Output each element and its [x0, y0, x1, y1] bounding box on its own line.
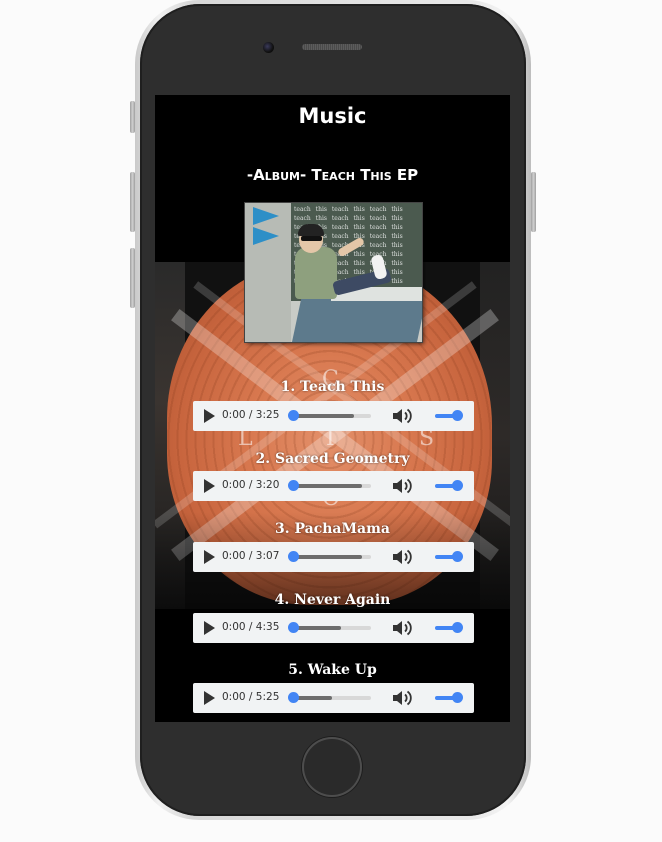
play-icon[interactable] — [204, 691, 215, 705]
logo-letter: L — [238, 426, 253, 451]
pennant-icon — [253, 207, 279, 225]
logo-letter: S — [419, 426, 435, 451]
seek-bar[interactable] — [293, 414, 371, 418]
front-camera — [263, 42, 274, 53]
audio-player[interactable]: 0:00 / 3:25 — [193, 401, 474, 431]
page-title: Music — [298, 104, 367, 128]
pennant-icon — [253, 227, 279, 245]
volume-icon[interactable] — [392, 408, 412, 424]
album-cover: teach this teach this teach this teach t… — [245, 203, 422, 342]
buffered-bar — [293, 555, 362, 559]
play-icon[interactable] — [204, 479, 215, 493]
album-heading: -Album- Teach This EP — [246, 166, 419, 184]
home-button[interactable] — [302, 737, 362, 797]
seek-handle[interactable] — [288, 692, 299, 703]
earpiece-speaker — [302, 44, 362, 50]
seek-handle[interactable] — [288, 480, 299, 491]
logo-letter: I — [326, 426, 335, 451]
seek-handle[interactable] — [288, 622, 299, 633]
buffered-bar — [293, 484, 362, 488]
volume-handle[interactable] — [452, 692, 463, 703]
volume-down-button[interactable] — [130, 248, 135, 308]
sunglasses-icon — [301, 236, 322, 241]
play-icon[interactable] — [204, 550, 215, 564]
volume-icon[interactable] — [392, 478, 412, 494]
audio-player[interactable]: 0:00 / 3:20 — [193, 471, 474, 501]
seek-bar[interactable] — [293, 555, 371, 559]
track-title: 5. Wake Up — [288, 662, 377, 678]
track-title: 2. Sacred Geometry — [255, 451, 410, 467]
time-display: 0:00 / 3:07 — [222, 550, 280, 562]
seek-handle[interactable] — [288, 551, 299, 562]
volume-handle[interactable] — [452, 551, 463, 562]
track-title: 3. PachaMama — [275, 521, 390, 537]
audio-player[interactable]: 0:00 / 3:07 — [193, 542, 474, 572]
play-icon[interactable] — [204, 621, 215, 635]
buffered-bar — [293, 414, 354, 418]
cover-person — [295, 247, 337, 299]
time-display: 0:00 / 3:25 — [222, 409, 280, 421]
volume-icon[interactable] — [392, 690, 412, 706]
play-icon[interactable] — [204, 409, 215, 423]
time-display: 0:00 / 5:25 — [222, 691, 280, 703]
buffered-bar — [293, 626, 342, 630]
cover-desk — [292, 295, 422, 342]
volume-icon[interactable] — [392, 620, 412, 636]
volume-icon[interactable] — [392, 549, 412, 565]
cover-person-hair — [298, 224, 324, 236]
seek-bar[interactable] — [293, 484, 371, 488]
power-button[interactable] — [531, 172, 536, 232]
audio-player[interactable]: 0:00 / 4:35 — [193, 613, 474, 643]
audio-player[interactable]: 0:00 / 5:25 — [193, 683, 474, 713]
time-display: 0:00 / 4:35 — [222, 621, 280, 633]
seek-bar[interactable] — [293, 696, 371, 700]
phone-screen: C L I S O Music -Album- Teach This EP te… — [155, 95, 510, 722]
seek-bar[interactable] — [293, 626, 371, 630]
volume-handle[interactable] — [452, 410, 463, 421]
track-title: 4. Never Again — [274, 592, 391, 608]
volume-up-button[interactable] — [130, 172, 135, 232]
volume-handle[interactable] — [452, 480, 463, 491]
mute-switch[interactable] — [130, 101, 135, 133]
time-display: 0:00 / 3:20 — [222, 479, 280, 491]
track-title: 1. Teach This — [280, 379, 385, 395]
seek-handle[interactable] — [288, 410, 299, 421]
volume-handle[interactable] — [452, 622, 463, 633]
